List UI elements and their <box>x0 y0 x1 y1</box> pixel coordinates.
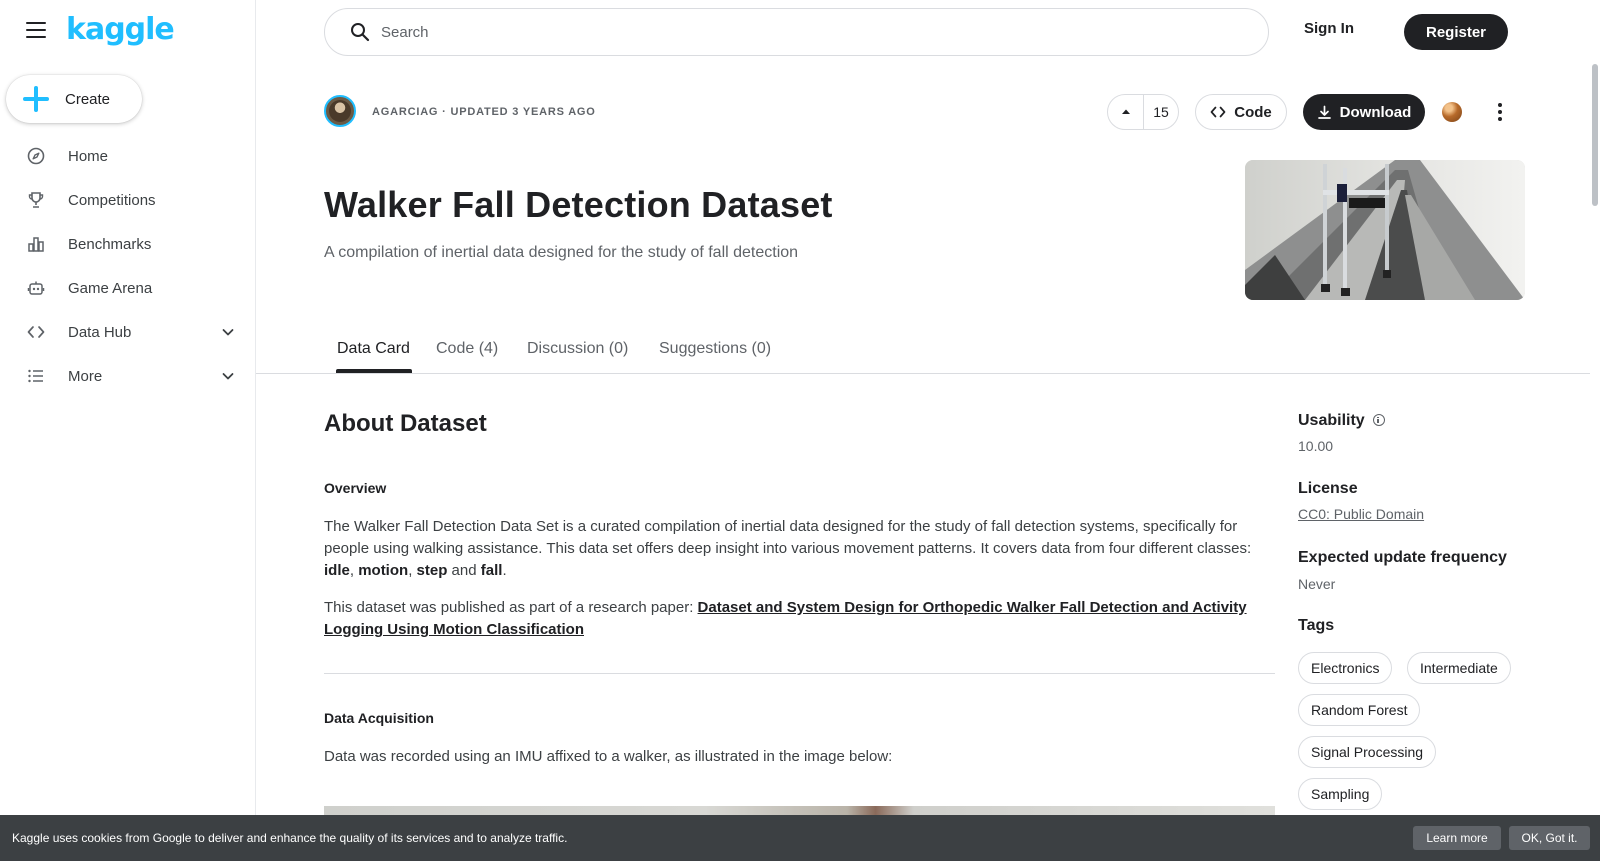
upvote-count: 15 <box>1153 104 1169 120</box>
create-button[interactable]: Create <box>6 75 142 123</box>
sidebar-item-label: Competitions <box>68 191 156 209</box>
tab-bar: Data Card Code (4) Discussion (0) Sugges… <box>256 330 1590 374</box>
paper-text: This dataset was published as part of a … <box>324 599 698 616</box>
avatar-image <box>329 100 351 122</box>
tag-sampling[interactable]: Sampling <box>1298 778 1383 810</box>
create-label: Create <box>65 90 111 108</box>
overview-paragraph: The Walker Fall Detection Data Set is a … <box>324 518 1252 579</box>
search-input[interactable] <box>381 23 1221 41</box>
usability-value: 10.00 <box>1298 438 1334 454</box>
tag-signal-processing[interactable]: Signal Processing <box>1298 736 1437 768</box>
sidebar-item-data-hub[interactable]: Data Hub <box>0 310 256 354</box>
about-heading: About Dataset <box>324 410 487 437</box>
learn-more-button[interactable]: Learn more <box>1413 826 1501 850</box>
overview-text: The Walker Fall Detection Data Set is a … <box>324 518 1252 557</box>
tag-intermediate[interactable]: Intermediate <box>1407 652 1511 684</box>
sidebar: kaggle Create Home Competitions Benchmar… <box>0 0 256 861</box>
paper-paragraph: This dataset was published as part of a … <box>324 597 1274 641</box>
sign-in-button[interactable]: Sign In <box>1304 20 1354 37</box>
upvote-button[interactable] <box>1108 95 1144 129</box>
ok-got-it-button[interactable]: OK, Got it. <box>1509 826 1590 850</box>
sidebar-item-label: Data Hub <box>68 323 132 341</box>
class-fall: fall <box>480 562 503 579</box>
sidebar-item-competitions[interactable]: Competitions <box>0 178 256 222</box>
trophy-icon <box>26 190 46 210</box>
update-frequency-value: Never <box>1298 576 1336 592</box>
dataset-cover-image <box>1245 160 1525 300</box>
sidebar-item-benchmarks[interactable]: Benchmarks <box>0 222 256 266</box>
page-title: Walker Fall Detection Dataset <box>324 184 833 225</box>
download-button[interactable]: Download <box>1303 94 1425 130</box>
caret-up-icon <box>1121 109 1130 114</box>
scrollbar-thumb[interactable] <box>1592 64 1598 206</box>
chevron-down-icon[interactable] <box>220 368 236 384</box>
sidebar-item-more[interactable]: More <box>0 354 256 398</box>
code-button[interactable]: Code <box>1195 94 1287 130</box>
plus-icon <box>23 86 49 112</box>
tab-discussion[interactable]: Discussion (0) <box>527 340 628 358</box>
dataset-byline: AGARCIAG · UPDATED 3 YEARS AGO <box>372 106 596 118</box>
download-button-label: Download <box>1339 103 1412 121</box>
sidebar-item-game-arena[interactable]: Game Arena <box>0 266 256 310</box>
sidebar-nav: Home Competitions Benchmarks Game Arena … <box>0 134 256 398</box>
search-icon <box>351 23 370 42</box>
tab-data-card[interactable]: Data Card <box>337 340 410 358</box>
class-motion: motion <box>358 562 409 579</box>
tab-code[interactable]: Code (4) <box>436 340 498 358</box>
sidebar-item-label: Game Arena <box>68 279 153 297</box>
acquisition-heading: Data Acquisition <box>324 710 434 726</box>
code-icon <box>1210 106 1226 118</box>
more-options-icon[interactable] <box>1492 100 1508 124</box>
register-button[interactable]: Register <box>1404 14 1508 50</box>
download-icon <box>1317 105 1331 119</box>
update-frequency-label: Expected update frequency <box>1298 549 1507 566</box>
cookie-text: Kaggle uses cookies from Google to deliv… <box>12 831 568 845</box>
upvote-widget: 15 <box>1107 94 1179 130</box>
acquisition-paragraph: Data was recorded using an IMU affixed t… <box>324 748 893 765</box>
code-button-label: Code <box>1234 103 1272 121</box>
class-step: step <box>416 562 448 579</box>
section-divider <box>324 673 1275 674</box>
overview-heading: Overview <box>324 480 387 496</box>
sidebar-item-label: Home <box>68 147 109 165</box>
tag-random-forest[interactable]: Random Forest <box>1298 694 1421 726</box>
bronze-medal-icon[interactable] <box>1442 102 1462 122</box>
usability-section: Usability 10.00 <box>1298 412 1385 454</box>
active-tab-indicator <box>336 369 412 373</box>
page-subtitle: A compilation of inertial data designed … <box>324 244 799 261</box>
kaggle-logo[interactable]: kaggle <box>66 12 175 47</box>
chevron-down-icon[interactable] <box>220 324 236 340</box>
tags-section: Tags <box>1298 617 1334 635</box>
tab-suggestions[interactable]: Suggestions (0) <box>659 340 771 358</box>
cookie-banner: Kaggle uses cookies from Google to deliv… <box>0 815 1600 861</box>
sidebar-item-label: More <box>68 367 103 385</box>
sidebar-item-label: Benchmarks <box>68 235 152 253</box>
robot-icon <box>26 278 46 298</box>
tags-label: Tags <box>1298 617 1335 634</box>
update-frequency-section: Expected update frequency Never <box>1298 549 1507 592</box>
code-brackets-icon <box>26 322 46 342</box>
usability-label: Usability <box>1298 412 1365 429</box>
sidebar-item-home[interactable]: Home <box>0 134 256 178</box>
license-section: License CC0: Public Domain <box>1298 480 1424 524</box>
class-idle: idle <box>324 562 350 579</box>
tag-electronics[interactable]: Electronics <box>1298 652 1393 684</box>
compass-icon <box>26 146 46 166</box>
menu-icon[interactable] <box>26 22 46 38</box>
search-bar[interactable] <box>324 8 1269 56</box>
avatar[interactable] <box>324 95 356 127</box>
license-label: License <box>1298 480 1358 497</box>
info-icon[interactable] <box>1372 414 1385 426</box>
license-link[interactable]: CC0: Public Domain <box>1298 506 1424 522</box>
bar-chart-icon <box>26 234 46 254</box>
list-icon <box>26 366 46 386</box>
